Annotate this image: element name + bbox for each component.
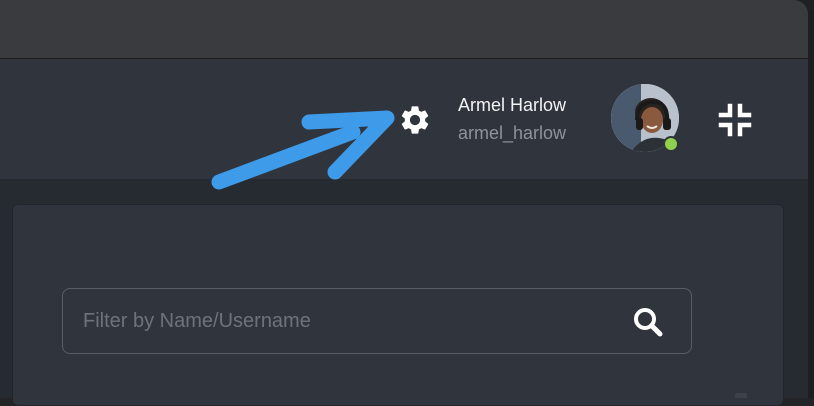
window-titlebar [0,0,808,59]
collapse-icon [718,103,752,137]
search-field[interactable] [62,288,692,354]
online-status-indicator [663,136,679,152]
scrollbar[interactable] [735,393,747,398]
collapse-button[interactable] [714,100,756,140]
settings-button[interactable] [396,101,434,139]
user-display-name: Armel Harlow [458,95,567,115]
gear-icon [401,106,429,134]
search-input[interactable] [81,289,625,354]
search-button[interactable] [631,306,665,338]
search-icon [634,308,663,337]
window-edge [808,10,814,398]
app-window: Armel Harlow armel_harlow [0,0,814,406]
user-username: armel_harlow [458,123,567,143]
